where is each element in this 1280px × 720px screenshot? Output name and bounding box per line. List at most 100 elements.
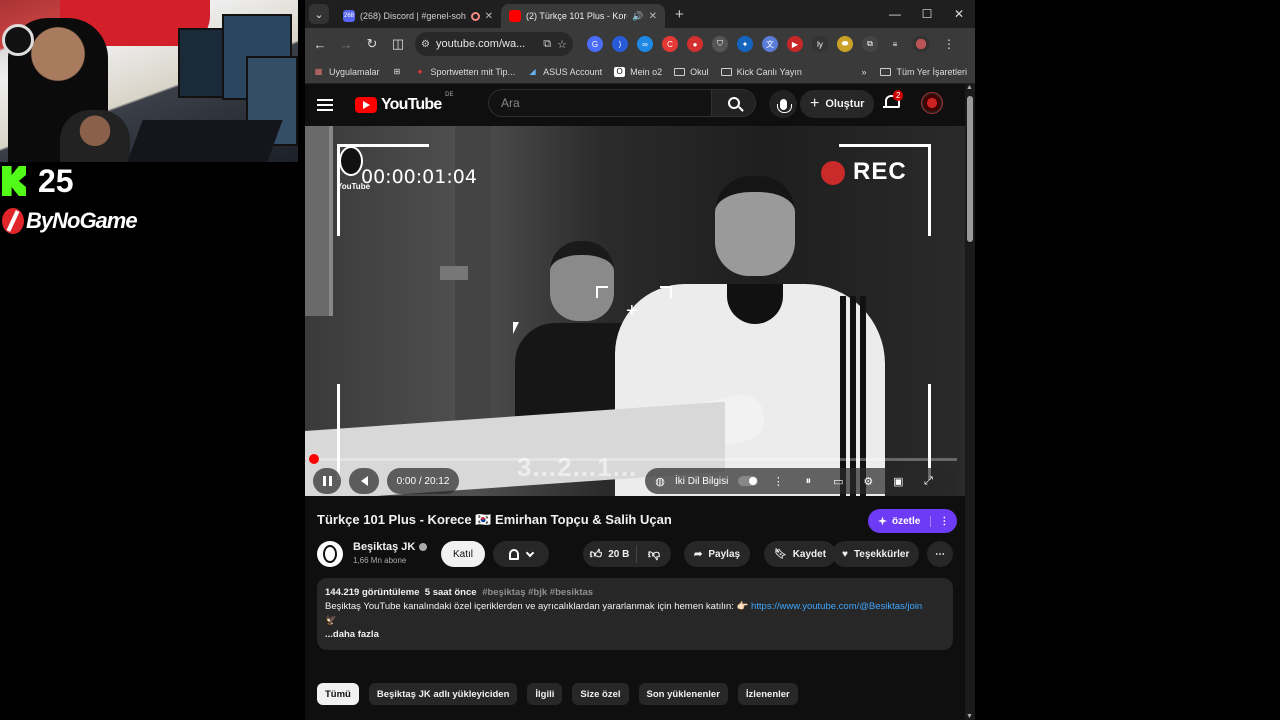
- chip-recent[interactable]: Son yüklenenler: [638, 683, 728, 705]
- close-window-icon[interactable]: ✕: [943, 0, 975, 28]
- account-avatar[interactable]: [921, 92, 943, 114]
- youtube-icon: [509, 10, 521, 22]
- extension-icon[interactable]: ●: [687, 36, 703, 52]
- bookmark-item[interactable]: ⊞: [392, 67, 403, 77]
- join-link[interactable]: https://www.youtube.com/@Besiktas/join: [751, 601, 922, 612]
- summarize-button[interactable]: özetle ⋮: [868, 509, 958, 533]
- extension-icon[interactable]: ⟩: [612, 36, 628, 52]
- menu-icon[interactable]: [317, 99, 333, 111]
- voice-search-button[interactable]: [769, 90, 797, 118]
- maximize-icon[interactable]: ☐: [911, 0, 943, 28]
- reload-icon[interactable]: ↻: [363, 36, 381, 52]
- split-view-icon[interactable]: ◫: [389, 36, 407, 52]
- minimize-icon[interactable]: —: [879, 0, 911, 28]
- profile-avatar[interactable]: [912, 35, 930, 53]
- shield-extension-icon[interactable]: ⛉: [712, 36, 728, 52]
- chip-for-you[interactable]: Size özel: [572, 683, 629, 705]
- browser-menu-icon[interactable]: ⋮: [943, 37, 955, 51]
- audio-playing-icon[interactable]: 🔊: [632, 11, 643, 22]
- microphone-icon: [776, 98, 792, 113]
- browser-window: ⌄ 268 (268) Discord | #genel-soh ✕ (2) T…: [305, 0, 975, 720]
- bookmark-item[interactable]: ● Sportwetten mit Tip...: [415, 67, 515, 77]
- bookmark-label: ASUS Account: [543, 66, 603, 77]
- scroll-up-arrow-icon[interactable]: ▲: [966, 84, 973, 91]
- tab-search-button[interactable]: ⌄: [309, 4, 329, 24]
- bookmarks-bar: ▦ Uygulamalar ⊞ ● Sportwetten mit Tip...…: [305, 60, 975, 84]
- miniplayer-pause-icon[interactable]: ⏸: [798, 475, 818, 488]
- bookmark-folder[interactable]: Okul: [674, 67, 709, 77]
- pause-button[interactable]: [313, 468, 341, 494]
- channel-name[interactable]: Beşiktaş JK: [353, 541, 428, 553]
- extension-icon[interactable]: ⬬: [837, 36, 853, 52]
- settings-gear-icon[interactable]: ⚙: [858, 475, 878, 488]
- extension-icon[interactable]: ✦: [737, 36, 753, 52]
- chip-watched[interactable]: İzlenenler: [737, 683, 798, 705]
- all-bookmarks-button[interactable]: Tüm Yer İşaretleri: [880, 67, 967, 77]
- subscription-notifications-button[interactable]: [493, 541, 549, 567]
- extension-icon[interactable]: G: [587, 36, 603, 52]
- bynogame-logo: ByNoGame: [2, 208, 138, 234]
- extension-icon[interactable]: ∞: [637, 36, 653, 52]
- forward-icon[interactable]: →: [337, 37, 355, 52]
- description-text: Beşiktaş YouTube kanalındaki özel içerik…: [325, 601, 749, 612]
- address-bar[interactable]: ⚙ youtube.com/wa... ⧉ ☆: [415, 32, 573, 56]
- share-button[interactable]: ➦ Paylaş: [684, 541, 751, 567]
- tab-youtube[interactable]: (2) Türkçe 101 Plus - Korece 🔊 ✕: [501, 4, 665, 28]
- extension-icon[interactable]: C: [662, 36, 678, 52]
- like-button[interactable]: 👍︎ 20 B: [583, 545, 637, 563]
- volume-button[interactable]: [349, 468, 379, 494]
- cast-icon[interactable]: ⧉: [543, 38, 551, 51]
- bookmark-folder[interactable]: Kick Canlı Yayın: [720, 67, 802, 77]
- summarize-more-icon[interactable]: ⋮: [930, 515, 957, 527]
- search-input[interactable]: Ara: [488, 89, 712, 117]
- translate-extension-icon[interactable]: 文: [762, 36, 778, 52]
- extension-icon[interactable]: ▶: [787, 36, 803, 52]
- show-more-link[interactable]: ...daha fazla: [325, 628, 945, 642]
- join-button[interactable]: Katıl: [441, 541, 486, 567]
- search-button[interactable]: [712, 89, 756, 117]
- video-progress-bar[interactable]: [309, 454, 957, 464]
- chip-related[interactable]: İlgili: [527, 683, 563, 705]
- bookmarks-overflow-button[interactable]: »: [861, 67, 866, 77]
- page-scrollbar[interactable]: ▲ ▼: [965, 84, 975, 720]
- autoplay-toggle[interactable]: [738, 476, 759, 486]
- chip-all[interactable]: Tümü: [317, 683, 359, 705]
- back-icon[interactable]: ←: [311, 37, 329, 52]
- theater-mode-icon[interactable]: ▣: [888, 475, 908, 488]
- bookmark-item[interactable]: O Mein o2: [614, 66, 662, 77]
- hashtags[interactable]: #beşiktaş #bjk #besiktas: [482, 587, 593, 598]
- create-label: Oluştur: [825, 98, 865, 110]
- more-options-icon[interactable]: ⋮: [768, 475, 788, 488]
- bookmark-item[interactable]: ▦ Uygulamalar: [313, 67, 380, 77]
- summarize-main[interactable]: özetle: [868, 516, 930, 527]
- verified-icon: [419, 543, 428, 552]
- youtube-logo[interactable]: YouTube DE: [355, 92, 453, 114]
- close-tab-icon[interactable]: ✕: [649, 11, 657, 22]
- close-tab-icon[interactable]: ✕: [485, 11, 493, 22]
- dislike-button[interactable]: 👎︎: [637, 547, 671, 562]
- chip-from-uploader[interactable]: Beşiktaş JK adlı yükleyiciden: [368, 683, 518, 705]
- bookmark-item[interactable]: ◢ ASUS Account: [527, 66, 603, 77]
- save-button[interactable]: 🔖︎ Kaydet: [764, 541, 837, 567]
- media-control-icon[interactable]: ≡: [887, 36, 903, 52]
- scroll-thumb[interactable]: [967, 96, 973, 242]
- audio-track-label[interactable]: İki Dil Bilgisi: [675, 476, 728, 487]
- url-text[interactable]: youtube.com/wa...: [436, 38, 537, 50]
- channel-avatar[interactable]: [317, 541, 343, 567]
- bookmark-star-icon[interactable]: ☆: [557, 38, 567, 51]
- extension-icon[interactable]: ly: [812, 36, 828, 52]
- video-player[interactable]: YouTube 00:00:01:04 REC + 3...2...1... 0…: [305, 126, 965, 496]
- subtitles-icon[interactable]: ▭: [828, 475, 848, 488]
- scroll-down-arrow-icon[interactable]: ▼: [966, 713, 973, 720]
- fullscreen-icon[interactable]: ⤢: [918, 475, 938, 488]
- tab-discord[interactable]: 268 (268) Discord | #genel-soh ✕: [335, 4, 501, 28]
- more-actions-button[interactable]: ⋯: [927, 541, 953, 567]
- create-button[interactable]: + Oluştur: [800, 90, 875, 118]
- progress-scrubber[interactable]: [309, 454, 319, 464]
- rec-dot-icon: [821, 161, 845, 185]
- thanks-button[interactable]: ♥ Teşekkürler: [832, 541, 920, 567]
- description-box[interactable]: 144.219 görüntüleme 5 saat önce #beşikta…: [317, 578, 953, 650]
- site-info-icon[interactable]: ⚙: [421, 39, 430, 50]
- new-tab-button[interactable]: +: [675, 6, 684, 23]
- extensions-puzzle-icon[interactable]: ⧉: [862, 36, 878, 52]
